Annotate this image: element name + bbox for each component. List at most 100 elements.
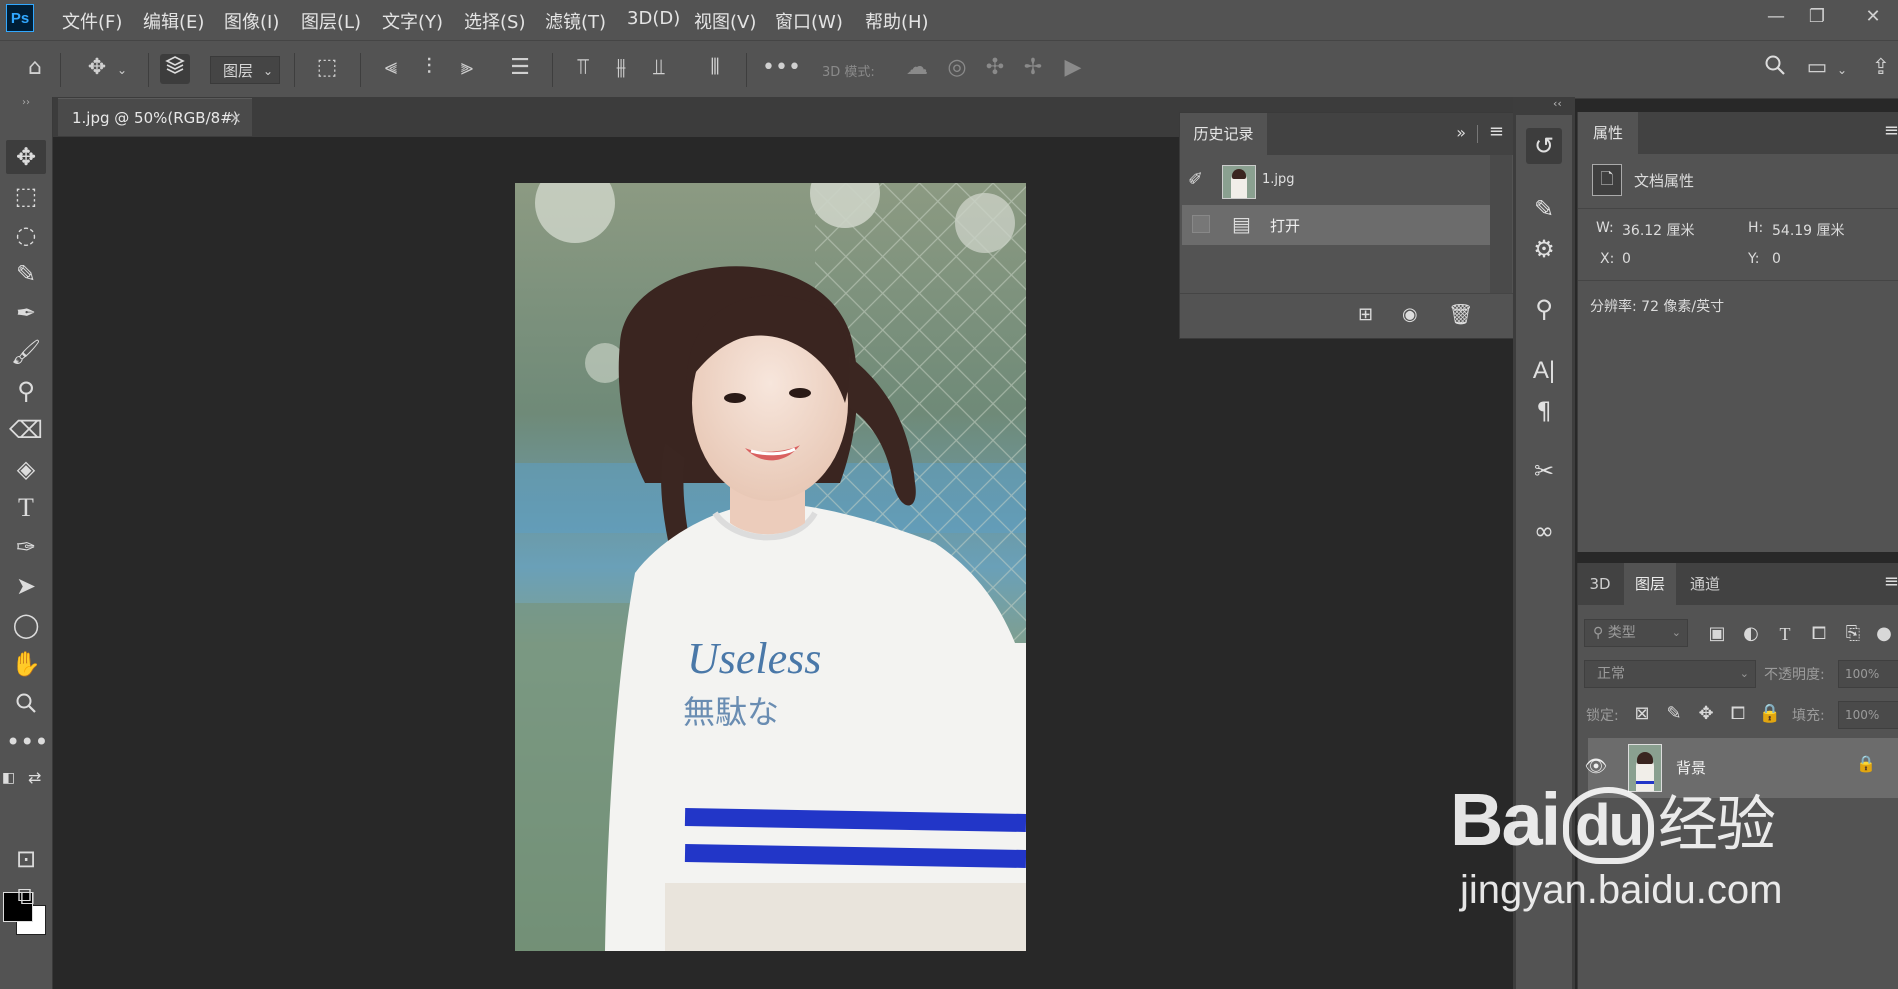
- lock-all-icon[interactable]: 🔒: [1756, 701, 1784, 727]
- menu-layer[interactable]: 图层(L): [301, 8, 361, 34]
- close-window-button[interactable]: ✕: [1853, 4, 1893, 30]
- history-brush-source-icon[interactable]: ✐: [1188, 169, 1203, 190]
- home-icon[interactable]: ⌂: [20, 54, 50, 84]
- tab-history[interactable]: 历史记录: [1180, 113, 1267, 156]
- history-state-open[interactable]: ▤ 打开: [1182, 205, 1490, 245]
- type-tool-icon[interactable]: T: [6, 491, 46, 525]
- align-top-icon[interactable]: ⫪: [568, 54, 598, 84]
- tab-layers[interactable]: 图层: [1624, 563, 1676, 605]
- clone-source-icon[interactable]: ⚲: [1526, 291, 1562, 327]
- menu-filter[interactable]: 滤镜(T): [545, 8, 606, 34]
- collapse-icon[interactable]: ‹‹: [1553, 97, 1562, 110]
- lock-image-icon[interactable]: ✎: [1660, 701, 1688, 727]
- menu-type[interactable]: 文字(Y): [382, 8, 443, 34]
- transform-controls-icon[interactable]: ⬚: [312, 54, 342, 84]
- creative-cloud-libraries-icon[interactable]: ∞: [1526, 513, 1562, 549]
- camera-icon[interactable]: ◉: [1402, 304, 1418, 325]
- new-document-from-state-icon[interactable]: ⊞: [1358, 304, 1373, 325]
- history-brush-checkbox[interactable]: [1192, 215, 1210, 233]
- align-middle-icon[interactable]: ⫵: [606, 54, 636, 84]
- eraser-tool-icon[interactable]: ⌫: [6, 413, 46, 447]
- paragraph-panel-icon[interactable]: ¶: [1526, 393, 1562, 429]
- menu-image[interactable]: 图像(I): [224, 8, 279, 34]
- menu-window[interactable]: 窗口(W): [775, 8, 843, 34]
- 3d-slide-icon[interactable]: ✢: [1018, 54, 1048, 84]
- document-image[interactable]: Useless 無駄な: [515, 183, 1026, 951]
- eye-icon[interactable]: 👁: [1584, 756, 1608, 777]
- lock-position-icon[interactable]: ✥: [1692, 701, 1720, 727]
- blend-mode-dropdown[interactable]: 正常 ⌄: [1584, 660, 1756, 688]
- history-scrollbar[interactable]: [1490, 155, 1512, 293]
- panel-menu-icon[interactable]: ≡: [1884, 120, 1898, 141]
- quick-mask-icon[interactable]: ⊡: [6, 842, 46, 876]
- more-options-icon[interactable]: •••: [762, 54, 801, 84]
- hand-tool-icon[interactable]: ✋: [6, 647, 46, 681]
- chevron-down-icon[interactable]: ⌄: [114, 56, 130, 86]
- align-left-icon[interactable]: ⫷: [376, 54, 406, 84]
- adjustments-icon[interactable]: ⚙: [1526, 231, 1562, 267]
- pen-tool-icon[interactable]: ✑: [6, 530, 46, 564]
- eyedropper-tool-icon[interactable]: ✒: [6, 296, 46, 330]
- collapse-icon[interactable]: ››: [6, 97, 46, 109]
- menu-3d[interactable]: 3D(D): [627, 8, 680, 29]
- paint-bucket-tool-icon[interactable]: ◈: [6, 452, 46, 486]
- tab-3d[interactable]: 3D: [1578, 563, 1622, 605]
- minimize-button[interactable]: —: [1756, 4, 1796, 30]
- zoom-tool-icon[interactable]: [6, 686, 46, 720]
- 3d-roll-icon[interactable]: ◎: [942, 54, 972, 84]
- fill-input[interactable]: 100%: [1838, 701, 1898, 729]
- quick-select-tool-icon[interactable]: ✎: [6, 257, 46, 291]
- marquee-tool-icon[interactable]: ⬚: [6, 179, 46, 213]
- chevron-down-icon[interactable]: ⌄: [1834, 56, 1850, 86]
- lock-artboard-icon[interactable]: ⧠: [1724, 701, 1752, 727]
- menu-file[interactable]: 文件(F): [62, 8, 122, 34]
- move-tool[interactable]: ✥: [6, 140, 46, 174]
- align-right-icon[interactable]: ⫸: [452, 54, 482, 84]
- more-tools-icon[interactable]: •••: [6, 725, 48, 759]
- workspace-icon[interactable]: ▭: [1802, 54, 1832, 84]
- tool-presets-icon[interactable]: ✂: [1526, 453, 1562, 489]
- 3d-camera-icon[interactable]: ▶: [1058, 54, 1088, 84]
- expand-panel-icon[interactable]: »: [1456, 123, 1466, 142]
- search-icon[interactable]: [1760, 54, 1790, 84]
- auto-select-dropdown[interactable]: 图层 ⌄: [210, 56, 280, 84]
- stamp-tool-icon[interactable]: ⚲: [6, 374, 46, 408]
- brush-tool-icon[interactable]: 🖌: [6, 335, 46, 369]
- move-tool-icon[interactable]: ✥: [82, 54, 112, 84]
- menu-edit[interactable]: 编辑(E): [143, 8, 204, 34]
- filter-toggle-icon[interactable]: ●: [1870, 621, 1898, 647]
- path-select-tool-icon[interactable]: ➤: [6, 569, 46, 603]
- document-tab[interactable]: 1.jpg @ 50%(RGB/8#) ×: [58, 98, 252, 136]
- distribute-icon[interactable]: ☰: [505, 54, 535, 84]
- close-icon[interactable]: ×: [229, 99, 242, 137]
- align-bottom-icon[interactable]: ⫫: [644, 54, 674, 84]
- character-panel-icon[interactable]: A|: [1526, 353, 1562, 389]
- restore-button[interactable]: ❐: [1797, 4, 1837, 30]
- filter-pixel-icon[interactable]: ▣: [1703, 621, 1731, 647]
- panel-menu-icon[interactable]: ≡: [1489, 121, 1504, 142]
- auto-select-icon[interactable]: [160, 54, 190, 84]
- 3d-pan-icon[interactable]: ✣: [980, 54, 1010, 84]
- lock-transparent-icon[interactable]: ⊠: [1628, 701, 1656, 727]
- align-center-icon[interactable]: ⫶: [414, 54, 444, 84]
- menu-select[interactable]: 选择(S): [464, 8, 525, 34]
- menu-help[interactable]: 帮助(H): [865, 8, 929, 34]
- filter-smart-object-icon[interactable]: ⎘: [1839, 621, 1867, 647]
- 3d-orbit-icon[interactable]: ☁: [902, 54, 932, 84]
- tab-channels[interactable]: 通道: [1678, 563, 1732, 605]
- screen-mode-icon[interactable]: ⧉: [6, 879, 46, 913]
- menu-view[interactable]: 视图(V): [694, 8, 756, 34]
- panel-menu-icon[interactable]: ≡: [1884, 571, 1898, 592]
- trash-icon[interactable]: 🗑: [1448, 302, 1473, 326]
- history-snapshot[interactable]: ✐ 1.jpg: [1182, 157, 1490, 203]
- opacity-input[interactable]: 100%: [1838, 660, 1898, 688]
- tab-properties[interactable]: 属性: [1578, 112, 1638, 155]
- swap-colors-icon[interactable]: ⇄: [28, 768, 41, 787]
- ellipse-tool-icon[interactable]: ◯: [6, 608, 46, 642]
- brush-settings-icon[interactable]: ✎: [1526, 191, 1562, 227]
- lasso-tool-icon[interactable]: ◌: [6, 218, 46, 252]
- filter-adjustment-icon[interactable]: ◐: [1737, 621, 1765, 647]
- filter-type-icon[interactable]: T: [1771, 621, 1799, 647]
- layer-filter-dropdown[interactable]: ⚲ 类型 ⌄: [1584, 619, 1688, 647]
- distribute-vertical-icon[interactable]: ⫴: [700, 54, 730, 84]
